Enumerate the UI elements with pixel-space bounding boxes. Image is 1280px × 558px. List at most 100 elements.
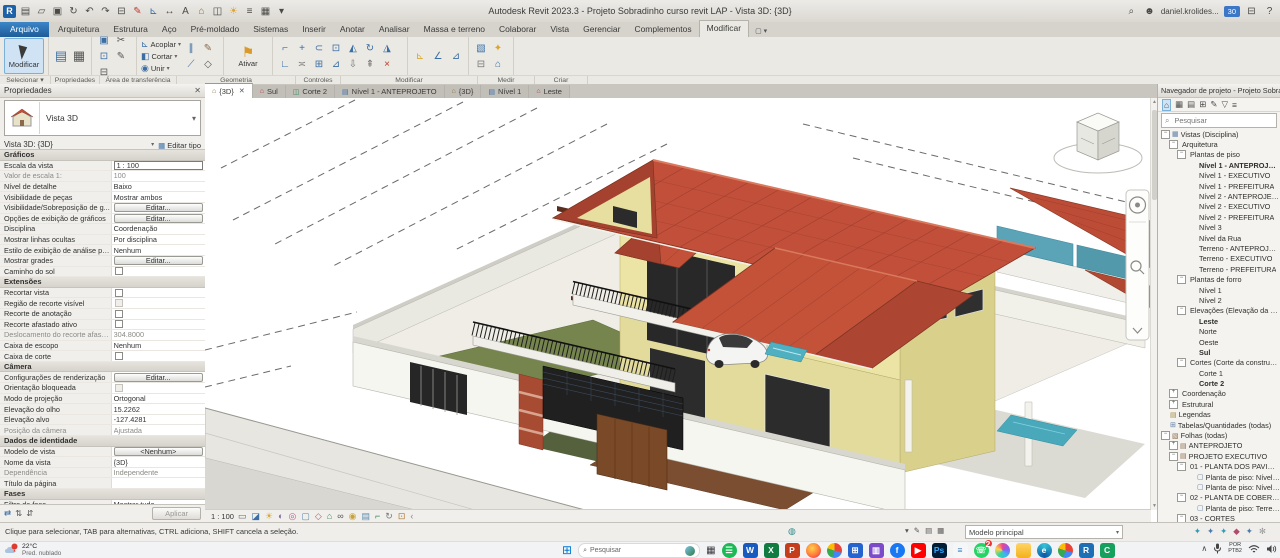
ribbon-tool-icon[interactable]: ∥ <box>183 41 199 56</box>
ribbon-tool-icon[interactable]: ◭ <box>345 41 361 56</box>
property-value[interactable]: 304.8000 <box>110 330 205 340</box>
tree-item[interactable]: − 03 - CORTES <box>1158 513 1280 522</box>
ribbon-tab[interactable]: Modificar <box>698 20 750 37</box>
navigation-bar[interactable] <box>1125 189 1150 341</box>
tree-item[interactable]: − 01 - PLANTA DOS PAVIMENTOS <box>1158 462 1280 472</box>
ribbon-tool-icon[interactable]: ⊿ <box>328 57 344 72</box>
view-tab[interactable]: ⌂ {3D} ✕ <box>205 83 253 98</box>
taskbar-app-icon[interactable]: C <box>1099 543 1115 558</box>
ribbon-tool-icon[interactable]: ✂ <box>113 33 129 48</box>
qat-icon[interactable]: ≡ <box>243 5 256 18</box>
view-control-icon[interactable]: ◇ <box>315 511 322 521</box>
tree-item[interactable]: Nível 1 <box>1158 285 1280 295</box>
scale-control[interactable]: 1 : 100 <box>211 512 234 521</box>
tree-item[interactable]: Terreno - PREFEITURA <box>1158 264 1280 274</box>
property-value[interactable]: Editar... <box>110 213 205 224</box>
ribbon-tool-icon[interactable]: ▣ <box>96 33 112 48</box>
type-selector[interactable]: Vista 3D ▾ <box>4 100 201 136</box>
taskbar-app-icon[interactable] <box>994 543 1010 558</box>
tree-toggle[interactable]: − <box>1177 150 1186 160</box>
tree-item[interactable]: − PROJETO EXECUTIVO <box>1158 451 1280 461</box>
property-value[interactable]: 15.2262 <box>110 404 205 414</box>
properties-footer-icon[interactable]: ⇅ <box>15 508 22 519</box>
tab-arquivo[interactable]: Arquivo <box>0 22 49 37</box>
property-value[interactable]: Por disciplina <box>110 234 205 245</box>
tree-item[interactable]: Terreno - EXECUTIVO <box>1158 254 1280 264</box>
tree-item[interactable]: − Elevações (Elevação da construção) <box>1158 306 1280 316</box>
taskbar-app-icon[interactable]: f <box>889 543 905 558</box>
ribbon-tool-icon[interactable]: ✦ <box>490 41 506 56</box>
ribbon-tool-icon[interactable]: ✎ <box>200 41 216 56</box>
property-value[interactable] <box>110 319 205 330</box>
property-value[interactable]: {3D} <box>110 457 205 467</box>
checkbox[interactable] <box>114 352 123 361</box>
view-control-icon[interactable]: ▭ <box>238 511 247 521</box>
worksharing-icon[interactable]: ◍ <box>788 526 796 537</box>
property-value[interactable] <box>110 383 205 393</box>
checkbox[interactable] <box>114 383 123 392</box>
property-value[interactable]: Editar... <box>110 255 205 266</box>
tree-toggle[interactable]: − <box>1169 451 1178 461</box>
properties-footer-icon[interactable]: ⇵ <box>26 508 33 519</box>
property-value[interactable]: Ortogonal <box>110 393 205 404</box>
ribbon-tool-icon[interactable]: × <box>379 57 395 72</box>
taskbar-app-icon[interactable]: X <box>763 543 779 558</box>
tree-item[interactable]: Corte 1 <box>1158 368 1280 378</box>
taskbar-app-icon[interactable] <box>826 543 842 558</box>
geometry-tool[interactable]: ⊾ Acoplar ▾ <box>141 39 181 50</box>
search-input[interactable] <box>1172 115 1262 126</box>
browser-toolbar-icon[interactable]: ▽ <box>1221 99 1228 110</box>
user-name[interactable]: daniel.krolides... <box>1161 7 1219 16</box>
weather-widget[interactable]: 22°C Pred. nublado <box>4 543 61 557</box>
view-tab[interactable]: ⌂ {3D} <box>444 85 482 98</box>
geometry-tool[interactable]: ◉ Unir ▾ <box>141 63 181 74</box>
property-value[interactable] <box>110 351 205 361</box>
tree-item[interactable]: Planta de piso: Nível 1 - A... <box>1158 472 1280 482</box>
view-control-icon[interactable]: ◎ <box>288 511 296 521</box>
taskbar-app-icon[interactable] <box>1015 543 1031 558</box>
viewport-3d[interactable] <box>205 98 1151 510</box>
property-value[interactable]: 100 <box>110 171 205 181</box>
language-indicator[interactable]: POR PTB2 <box>1228 542 1242 554</box>
modify-tool-button[interactable]: Modificar <box>4 38 44 74</box>
property-value[interactable]: Ajustada <box>110 425 205 436</box>
close-icon[interactable]: ✕ <box>239 87 245 95</box>
property-value[interactable]: Independente <box>110 467 205 478</box>
taskbar-app-icon[interactable]: ▶ <box>910 543 926 558</box>
tree-toggle[interactable]: − <box>1177 306 1186 316</box>
qat-icon[interactable]: ✎ <box>131 5 144 18</box>
tree-item[interactable]: Leste <box>1158 316 1280 326</box>
ribbon-tab[interactable]: Anotar <box>333 22 372 37</box>
browser-toolbar-icon[interactable]: ▤ <box>1187 99 1195 110</box>
design-option-select[interactable]: Modelo principal ▾ <box>965 525 1123 539</box>
qat-icon[interactable]: ↶ <box>83 5 96 18</box>
tree-item[interactable]: − Folhas (todas) <box>1158 430 1280 441</box>
properties-footer-icon[interactable]: ⇄ <box>4 508 11 519</box>
view-control-icon[interactable]: ‹ <box>410 511 413 521</box>
activate-controls-button[interactable]: ⚑ Ativar <box>228 38 268 74</box>
browser-toolbar-icon[interactable]: ▦ <box>1175 99 1183 110</box>
selection-filter-icon[interactable]: ✦ <box>1194 526 1201 537</box>
checkbox[interactable] <box>114 309 123 318</box>
tree-toggle[interactable]: − <box>1177 514 1186 522</box>
view-control-icon[interactable]: ◪ <box>251 511 260 521</box>
property-value[interactable] <box>110 478 205 488</box>
tree-item[interactable]: Legendas <box>1158 410 1280 420</box>
view-control-icon[interactable]: ⌂ <box>327 511 332 521</box>
tree-item[interactable]: Oeste <box>1158 337 1280 347</box>
tree-toggle[interactable]: − <box>1161 129 1170 139</box>
tree-toggle[interactable]: − <box>1177 275 1186 285</box>
taskbar-app-icon[interactable]: R <box>1078 543 1094 558</box>
tree-toggle[interactable]: − <box>1161 431 1170 441</box>
selection-filter-icon[interactable]: ✦ <box>1207 526 1214 537</box>
ribbon-tool-icon[interactable]: ⊟ <box>473 57 489 72</box>
wifi-icon[interactable] <box>1248 544 1260 554</box>
checkbox[interactable] <box>114 299 123 308</box>
tree-item[interactable]: Planta de piso: Nível 2 - A... <box>1158 482 1280 492</box>
tree-item[interactable]: − Plantas de piso <box>1158 150 1280 160</box>
tree-item[interactable]: − Plantas de forro <box>1158 274 1280 285</box>
ribbon-tool-icon[interactable]: ∠ <box>430 49 446 64</box>
tree-toggle[interactable]: + <box>1169 399 1178 409</box>
tokens-badge[interactable]: 30 <box>1223 5 1240 17</box>
view-tab[interactable]: ▤ Nível 1 - ANTEPROJETO <box>335 85 445 98</box>
